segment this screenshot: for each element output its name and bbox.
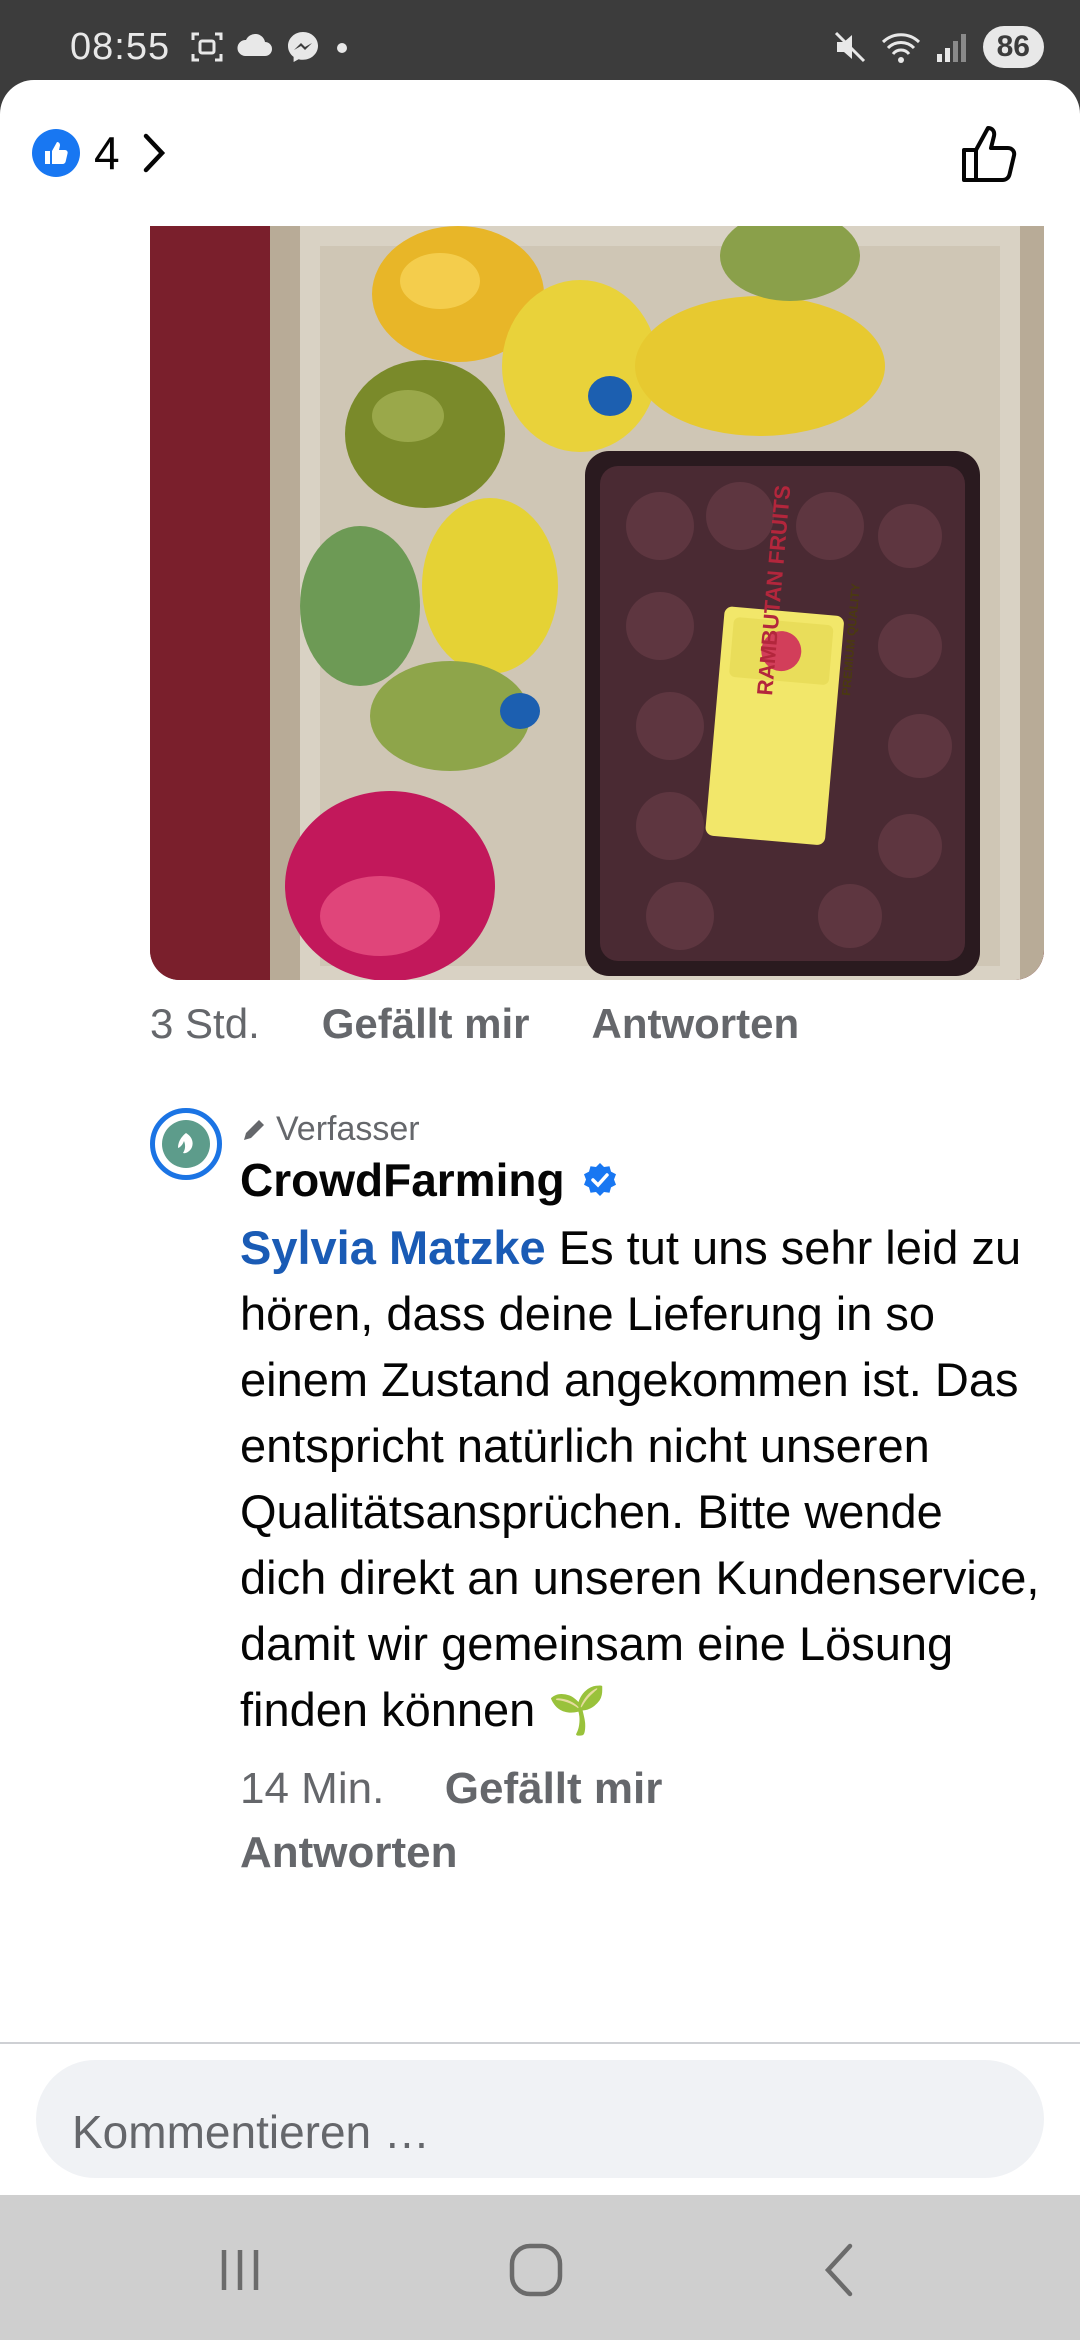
battery-indicator: 86 — [982, 26, 1044, 68]
reply-reply-button[interactable]: Antworten — [240, 1828, 458, 1877]
author-name[interactable]: CrowdFarming — [240, 1153, 1040, 1207]
comment-time: 3 Std. — [150, 1000, 260, 1047]
recents-icon[interactable] — [210, 2240, 270, 2300]
status-right-icons: 86 — [833, 26, 1044, 68]
comment-meta: 3 Std. Gefällt mir Antworten — [150, 1000, 799, 1048]
system-nav-bar — [0, 2195, 1080, 2340]
comment-input[interactable]: Kommentieren … — [36, 2060, 1044, 2178]
reply-comment: Verfasser CrowdFarming Sylvia Matzke Es … — [240, 1110, 1040, 1885]
comment-input-placeholder: Kommentieren … — [72, 2106, 430, 2158]
reply-like-button[interactable]: Gefällt mir — [445, 1764, 663, 1813]
wifi-icon — [881, 33, 920, 63]
author-badge-label: Verfasser — [276, 1110, 420, 1148]
reply-body: Sylvia Matzke Es tut uns sehr leid zu hö… — [240, 1215, 1040, 1743]
pencil-icon — [244, 1119, 264, 1140]
author-name-label: CrowdFarming — [240, 1154, 565, 1206]
home-icon[interactable] — [506, 2240, 566, 2300]
chevron-right-icon — [143, 133, 165, 173]
mention-link[interactable]: Sylvia Matzke — [240, 1221, 546, 1274]
status-left-icons — [190, 30, 352, 64]
comment-like-button[interactable]: Gefällt mir — [322, 1000, 530, 1048]
status-bar: 08:55 86 — [0, 0, 1080, 80]
cloud-icon — [237, 33, 272, 56]
mute-icon — [834, 31, 865, 63]
reply-meta: 14 Min. Gefällt mir Antworten — [240, 1757, 1040, 1885]
messenger-icon — [288, 32, 318, 62]
reply-text: Es tut uns sehr leid zu hören, dass dein… — [240, 1221, 1040, 1736]
comment-reply-button[interactable]: Antworten — [591, 1000, 799, 1048]
dot-icon — [337, 43, 347, 53]
like-badge-icon — [32, 129, 80, 177]
screenshot-icon — [191, 32, 223, 62]
reply-time: 14 Min. — [240, 1764, 385, 1813]
author-badge: Verfasser — [240, 1110, 1040, 1149]
comment-photo[interactable]: RAMBUTAN FRUITS PREMIUM QUALITY — [150, 226, 1044, 980]
verified-badge-icon — [583, 1163, 616, 1196]
status-time: 08:55 — [70, 26, 171, 68]
crowdfarming-logo-icon — [162, 1120, 210, 1168]
comments-sheet: 4 RAMBUTAN FRUITS PREMIUM QUALITY 3 Std.… — [0, 80, 1080, 2195]
thumbs-up-outline-icon[interactable] — [958, 122, 1022, 186]
signal-icon — [936, 34, 966, 62]
reaction-count: 4 — [94, 127, 120, 179]
back-icon[interactable] — [810, 2240, 870, 2300]
fruit-box-image: RAMBUTAN FRUITS PREMIUM QUALITY — [150, 226, 1044, 980]
composer-bar: Kommentieren … — [0, 2042, 1080, 2195]
avatar[interactable] — [150, 1108, 222, 1180]
reaction-summary[interactable]: 4 — [32, 126, 168, 180]
sheet-header: 4 — [0, 80, 1080, 230]
seedling-emoji: 🌱 — [548, 1683, 607, 1736]
